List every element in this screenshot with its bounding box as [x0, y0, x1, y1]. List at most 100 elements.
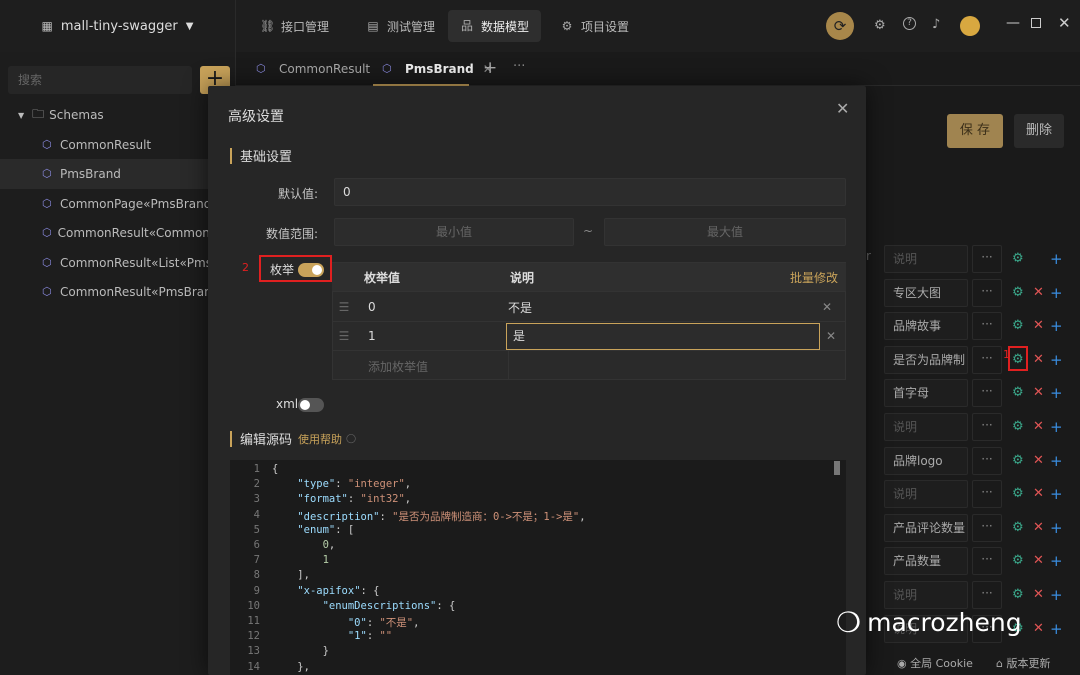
delete-icon[interactable]: ✕	[1033, 420, 1044, 434]
add-enum-input[interactable]: 添加枚举值	[368, 352, 508, 381]
doc-tab-active[interactable]: ⬡ PmsBrand ✕	[382, 52, 493, 86]
field-desc-input[interactable]: 产品评论数量	[884, 513, 968, 542]
field-desc-input[interactable]: 专区大图	[884, 278, 968, 307]
enum-toggle[interactable]	[298, 263, 324, 277]
delete-icon[interactable]: ✕	[1033, 319, 1044, 333]
new-tab-icon[interactable]: +	[483, 58, 497, 78]
field-desc-input[interactable]: 品牌故事	[884, 312, 968, 341]
tree-folder-schemas[interactable]: ▼ 🗀 Schemas	[0, 100, 236, 130]
xml-toggle[interactable]	[298, 398, 324, 412]
max-input[interactable]: 最大值	[604, 218, 846, 246]
more-icon[interactable]: ···	[972, 480, 1002, 509]
field-desc-input[interactable]: 品牌logo	[884, 446, 968, 475]
help-icon[interactable]: ?	[903, 17, 916, 30]
help-link[interactable]: 使用帮助	[298, 431, 342, 447]
tab-api[interactable]: ⛓ 接口管理	[248, 10, 341, 42]
add-icon[interactable]: +	[1050, 554, 1063, 569]
field-desc-input[interactable]: 首字母	[884, 379, 968, 408]
add-icon[interactable]: +	[1050, 285, 1063, 300]
close-window-icon[interactable]: ✕	[1058, 14, 1071, 32]
avatar[interactable]	[960, 16, 980, 36]
drag-handle-icon[interactable]: ☰	[332, 329, 356, 343]
settings-icon[interactable]: ⚙	[1012, 487, 1026, 501]
field-desc-input[interactable]: 是否为品牌制	[884, 345, 968, 374]
add-icon[interactable]: +	[1050, 487, 1063, 502]
field-desc-input[interactable]: 说明	[884, 245, 968, 273]
more-icon[interactable]: ···	[972, 547, 1002, 576]
more-icon[interactable]: ···	[972, 312, 1002, 341]
more-icon[interactable]: ···	[972, 245, 1002, 273]
search-input[interactable]: 搜索	[8, 66, 192, 94]
delete-icon[interactable]: ✕	[1033, 487, 1044, 501]
save-button[interactable]: 保 存	[947, 114, 1003, 148]
settings-icon[interactable]: ⚙	[1012, 420, 1026, 434]
tree-item[interactable]: ⬡ CommonResult«CommonPage	[0, 218, 236, 248]
tree-item[interactable]: ⬡ CommonResult«List«PmsBra	[0, 248, 236, 278]
tab-settings[interactable]: ⚙ 项目设置	[548, 10, 641, 42]
min-input[interactable]: 最小值	[334, 218, 574, 246]
add-icon[interactable]: +	[1050, 386, 1063, 401]
settings-icon[interactable]: ⚙	[874, 18, 886, 33]
delete-icon[interactable]: ✕	[1033, 554, 1044, 568]
project-selector[interactable]: ▦ mall-tiny-swagger ▼	[0, 0, 236, 52]
enum-desc-input[interactable]: 是	[506, 322, 820, 350]
add-icon[interactable]: +	[1050, 319, 1063, 334]
settings-icon[interactable]: ⚙	[1012, 386, 1026, 400]
bulk-edit-link[interactable]: 批量修改	[790, 269, 838, 286]
minimize-icon[interactable]: —	[1006, 15, 1020, 31]
add-icon[interactable]: +	[1050, 621, 1063, 636]
delete-button[interactable]: 删除	[1014, 114, 1064, 148]
more-icon[interactable]: ···	[513, 59, 525, 74]
bell-icon[interactable]: ♪	[932, 17, 940, 32]
more-icon[interactable]: ···	[972, 513, 1002, 542]
tab-test[interactable]: ▤ 测试管理	[354, 10, 447, 42]
settings-icon[interactable]: ⚙	[1012, 520, 1026, 535]
delete-icon[interactable]: ✕	[1033, 386, 1044, 400]
tree-item-selected[interactable]: ⬡ PmsBrand	[0, 159, 236, 189]
add-icon[interactable]: +	[1050, 352, 1063, 367]
tree-item[interactable]: ⬡ CommonResult«PmsBrand»	[0, 277, 236, 307]
delete-icon[interactable]: ✕	[1033, 621, 1044, 636]
doc-tab[interactable]: ⬡ CommonResult	[256, 52, 370, 86]
settings-icon[interactable]: ⚙	[1012, 252, 1026, 266]
settings-icon[interactable]: ⚙	[1012, 453, 1026, 468]
more-icon[interactable]: ···	[972, 278, 1002, 307]
field-desc-input[interactable]: 说明	[884, 581, 968, 609]
code-editor[interactable]: 1 {2 "type": "integer", 3 "format": "int32…	[230, 460, 846, 675]
delete-icon[interactable]: ✕	[1033, 588, 1044, 602]
default-value-input[interactable]: 0	[334, 178, 846, 206]
update-button[interactable]: ⌂ 版本更新	[996, 655, 1050, 671]
sync-icon[interactable]: ⟳	[826, 12, 854, 40]
more-icon[interactable]: ···	[972, 581, 1002, 609]
field-desc-input[interactable]: 产品数量	[884, 547, 968, 576]
settings-icon[interactable]: ⚙	[1012, 554, 1026, 568]
add-icon[interactable]: +	[1050, 520, 1063, 535]
field-desc-input[interactable]: 说明	[884, 413, 968, 441]
more-icon[interactable]: ···	[972, 345, 1002, 374]
drag-handle-icon[interactable]: ☰	[332, 300, 356, 314]
add-icon[interactable]: +	[1050, 453, 1063, 468]
add-icon[interactable]: +	[1050, 252, 1063, 267]
scrollbar[interactable]	[834, 461, 840, 475]
more-icon[interactable]: ···	[972, 413, 1002, 441]
settings-icon[interactable]: ⚙	[1012, 285, 1026, 300]
cookie-button[interactable]: ◉ 全局 Cookie	[897, 655, 973, 671]
delete-icon[interactable]: ✕	[1033, 352, 1044, 367]
field-desc-input[interactable]: 说明	[884, 480, 968, 509]
add-icon[interactable]: +	[1050, 420, 1063, 435]
remove-row-icon[interactable]: ✕	[826, 329, 836, 343]
more-icon[interactable]: ···	[972, 446, 1002, 475]
tree-item[interactable]: ⬡ CommonPage«PmsBrand»	[0, 189, 236, 219]
tab-model[interactable]: 品数据模型	[448, 10, 542, 42]
maximize-icon[interactable]	[1031, 18, 1041, 28]
settings-icon[interactable]: ⚙	[1012, 588, 1026, 602]
add-icon[interactable]: +	[1050, 588, 1063, 603]
settings-icon[interactable]: ⚙	[1012, 319, 1026, 333]
close-icon[interactable]: ✕	[836, 99, 849, 118]
delete-icon[interactable]: ✕	[1033, 520, 1044, 535]
delete-icon[interactable]: ✕	[1033, 453, 1044, 468]
remove-row-icon[interactable]: ✕	[822, 300, 832, 314]
delete-icon[interactable]: ✕	[1033, 285, 1044, 300]
tree-item[interactable]: ⬡ CommonResult	[0, 130, 236, 160]
more-icon[interactable]: ···	[972, 379, 1002, 408]
